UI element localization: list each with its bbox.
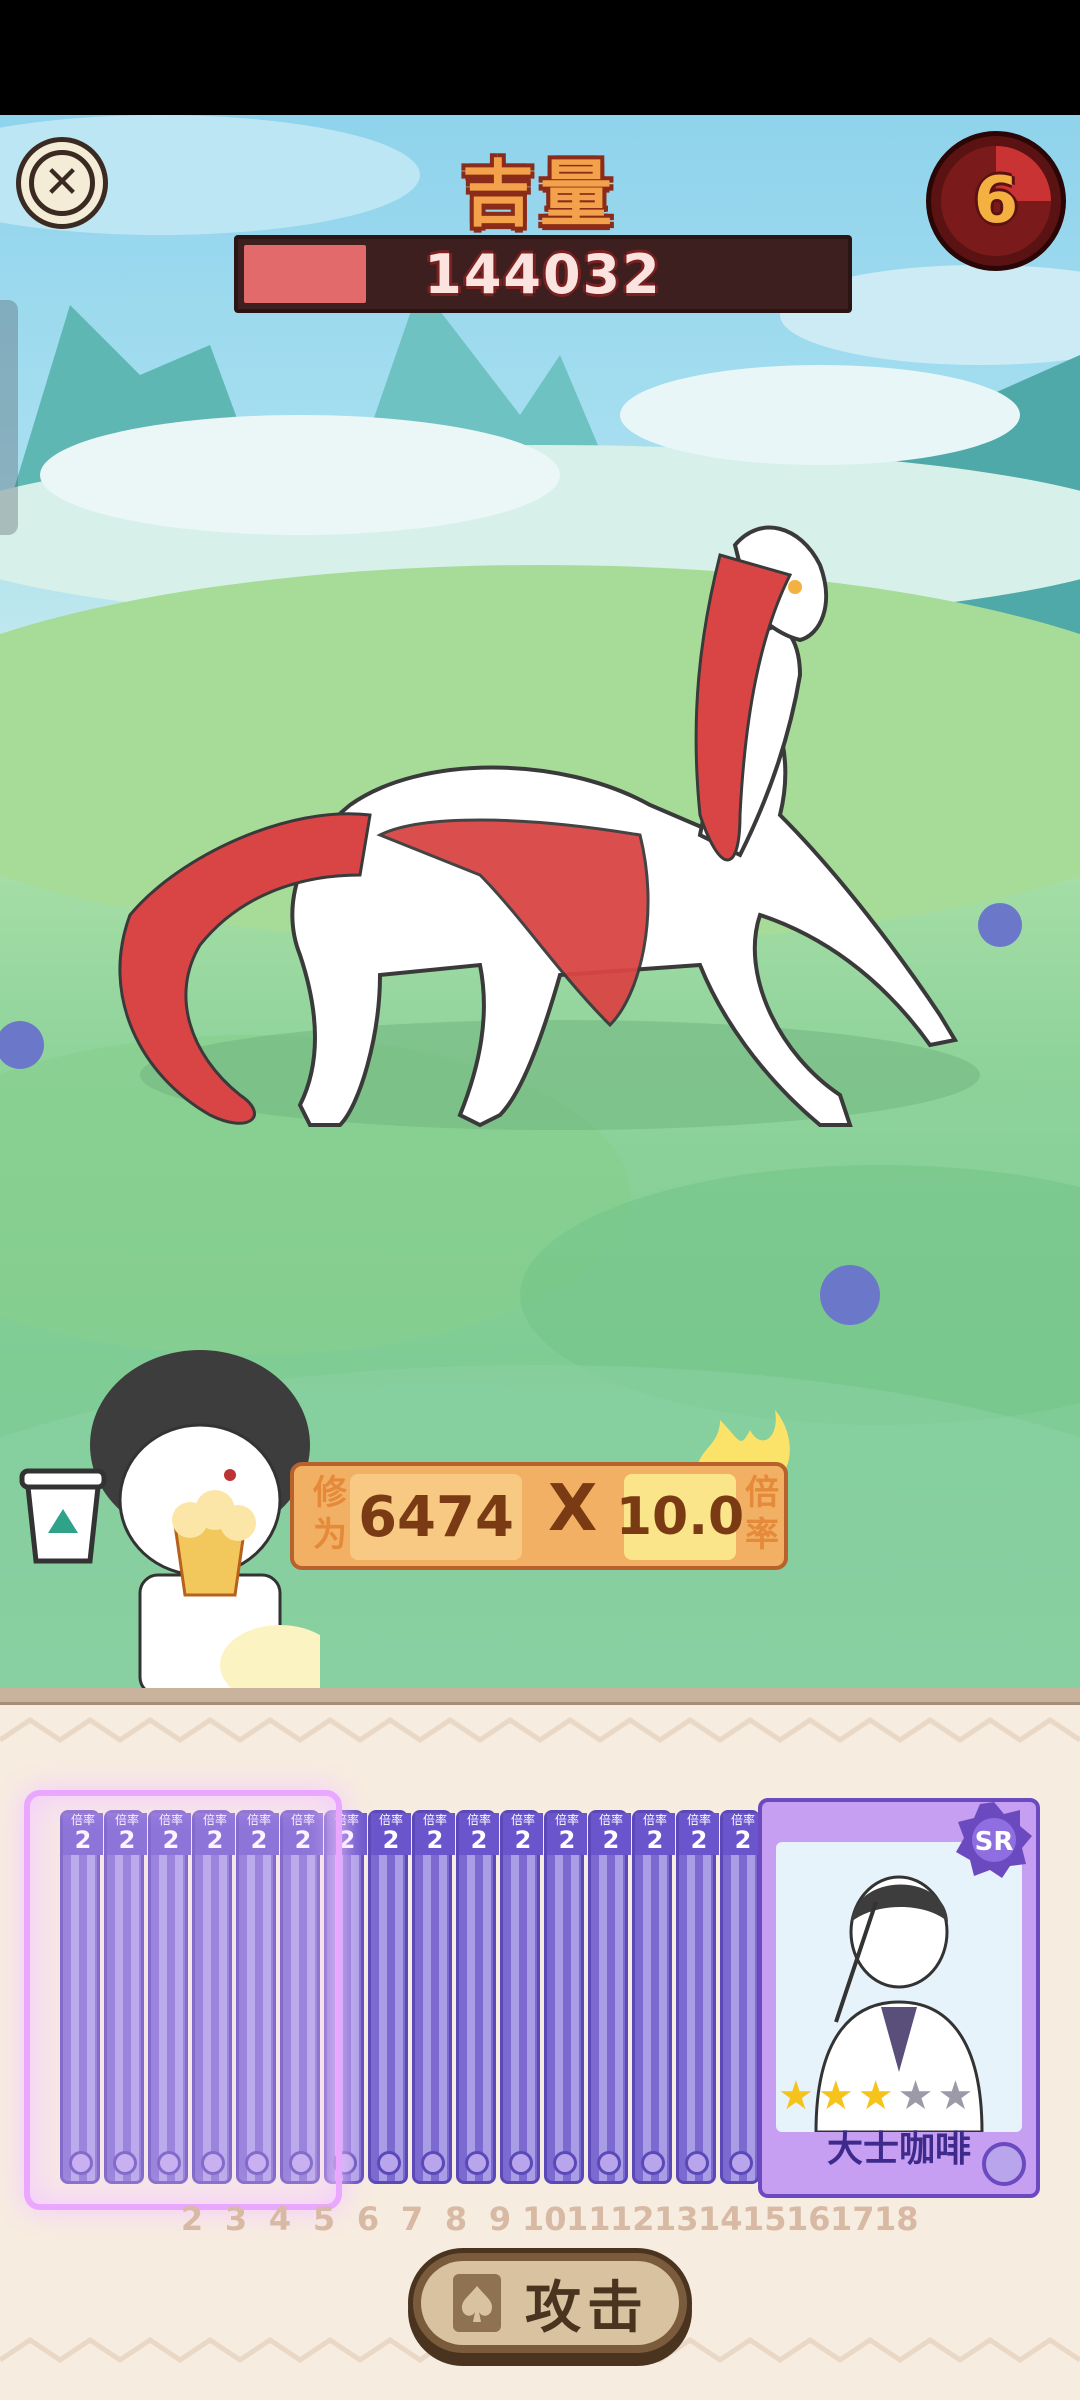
stacked-card-tag: 倍率 2 bbox=[459, 1813, 499, 1855]
stacked-card-tag: 倍率 2 bbox=[415, 1813, 455, 1855]
round-count: 6 bbox=[973, 164, 1019, 238]
status-bar bbox=[0, 0, 1080, 115]
stacked-card-tag: 倍率 2 bbox=[371, 1813, 411, 1855]
card-index-number: 12 bbox=[610, 2200, 655, 2238]
stacked-card-dot bbox=[465, 2151, 489, 2175]
stacked-card-dot bbox=[377, 2151, 401, 2175]
card-index-number: 6 bbox=[356, 2200, 380, 2238]
card-index-number: 2 bbox=[180, 2200, 204, 2238]
star-filled-icon: ★ bbox=[857, 2073, 894, 2119]
card-index-number: 11 bbox=[566, 2200, 611, 2238]
stacked-card-value: 2 bbox=[426, 1826, 444, 1854]
card-index-number: 5 bbox=[312, 2200, 336, 2238]
card-index-number: 16 bbox=[786, 2200, 831, 2238]
stacked-card-dot bbox=[597, 2151, 621, 2175]
card-index-number: 7 bbox=[400, 2200, 424, 2238]
card-index-number: 4 bbox=[268, 2200, 292, 2238]
stacked-card[interactable]: 倍率 2 bbox=[456, 1810, 499, 2184]
star-filled-icon: ★ bbox=[817, 2073, 854, 2119]
card-index-number: 17 bbox=[830, 2200, 875, 2238]
close-button[interactable]: ✕ bbox=[16, 137, 108, 229]
score-label: 修为 bbox=[313, 1473, 347, 1555]
stacked-card-dot bbox=[421, 2151, 445, 2175]
stacked-card[interactable]: 倍率 2 bbox=[720, 1810, 763, 2184]
boss-name: 吉量 bbox=[461, 152, 618, 236]
panel-divider bbox=[0, 1688, 1080, 1705]
stacked-card-dot bbox=[685, 2151, 709, 2175]
card-index-number: 10 bbox=[522, 2200, 567, 2238]
stacked-card-tag-label: 倍率 bbox=[422, 1813, 447, 1827]
rarity-label: SR bbox=[975, 1827, 1014, 1857]
round-timer-icon: 6 bbox=[926, 131, 1066, 271]
selected-cards-highlight[interactable] bbox=[24, 1790, 342, 2210]
star-empty-icon: ★ bbox=[897, 2073, 934, 2119]
stacked-card-tag: 倍率 2 bbox=[679, 1813, 719, 1855]
stacked-card-tag: 倍率 2 bbox=[503, 1813, 543, 1855]
star-empty-icon: ★ bbox=[937, 2073, 974, 2119]
card-index-number: 3 bbox=[224, 2200, 248, 2238]
panel-pattern-top bbox=[0, 1716, 1080, 1744]
stacked-card[interactable]: 倍率 2 bbox=[500, 1810, 543, 2184]
stacked-card-tag-label: 倍率 bbox=[686, 1813, 711, 1827]
stacked-card-tag-label: 倍率 bbox=[510, 1813, 535, 1827]
battle-scene: ✕ 吉量 144032 6 修为 6474 X 10.0 倍率 bbox=[0, 115, 1080, 1690]
stacked-card-tag-label: 倍率 bbox=[466, 1813, 491, 1827]
stacked-card-value: 2 bbox=[734, 1826, 752, 1854]
stacked-card-value: 2 bbox=[646, 1826, 664, 1854]
side-drawer-tab[interactable] bbox=[0, 300, 18, 535]
stacked-card[interactable]: 倍率 2 bbox=[632, 1810, 675, 2184]
multiplier-label: 倍率 bbox=[745, 1473, 779, 1555]
card-index-number: 9 bbox=[488, 2200, 512, 2238]
stacked-card-dot bbox=[729, 2151, 753, 2175]
card-index-number: 13 bbox=[654, 2200, 699, 2238]
stacked-card-tag: 倍率 2 bbox=[723, 1813, 763, 1855]
stacked-card-value: 2 bbox=[558, 1826, 576, 1854]
card-index-number: 18 bbox=[874, 2200, 919, 2238]
multiply-sign: X bbox=[548, 1472, 598, 1546]
stacked-card-tag: 倍率 2 bbox=[591, 1813, 631, 1855]
close-icon: ✕ bbox=[29, 150, 95, 216]
stacked-card-tag-label: 倍率 bbox=[378, 1813, 403, 1827]
card-index-row: 2 3 4 5 6 7 8 9 10 11 12 13 14 15 16 17 18 bbox=[170, 2200, 919, 2244]
stacked-card-tag-label: 倍率 bbox=[554, 1813, 579, 1827]
card-star-rating: ★ ★ ★ ★ ★ bbox=[778, 2074, 1008, 2118]
stacked-card-tag: 倍率 2 bbox=[547, 1813, 587, 1855]
stacked-card-dot bbox=[509, 2151, 533, 2175]
boss-hp-bar: 144032 bbox=[234, 235, 852, 313]
stacked-card[interactable]: 倍率 2 bbox=[412, 1810, 455, 2184]
stacked-card-tag-label: 倍率 bbox=[730, 1813, 755, 1827]
card-index-number: 14 bbox=[698, 2200, 743, 2238]
star-filled-icon: ★ bbox=[778, 2073, 814, 2119]
attack-label: 攻击 bbox=[525, 2275, 649, 2341]
sr-rarity-badge: SR bbox=[956, 1802, 1032, 1878]
stacked-card-tag-label: 倍率 bbox=[642, 1813, 667, 1827]
stacked-card-value: 2 bbox=[602, 1826, 620, 1854]
stacked-card[interactable]: 倍率 2 bbox=[368, 1810, 411, 2184]
hp-value: 144032 bbox=[424, 242, 662, 306]
stacked-card-tag-label: 倍率 bbox=[598, 1813, 623, 1827]
card-dot bbox=[982, 2142, 1026, 2186]
stacked-card-dot bbox=[553, 2151, 577, 2175]
coffee-cup-icon[interactable] bbox=[18, 1465, 108, 1565]
score-panel: 修为 6474 X 10.0 倍率 bbox=[290, 1462, 788, 1570]
multiplier-value: 10.0 bbox=[616, 1474, 744, 1560]
card-index-number: 15 bbox=[742, 2200, 787, 2238]
stacked-card-value: 2 bbox=[690, 1826, 708, 1854]
stacked-card[interactable]: 倍率 2 bbox=[676, 1810, 719, 2184]
player-character bbox=[90, 1350, 320, 1690]
stacked-card[interactable]: 倍率 2 bbox=[588, 1810, 631, 2184]
card-spade-icon bbox=[453, 2274, 501, 2332]
stacked-card-value: 2 bbox=[382, 1826, 400, 1854]
card-index-number: 8 bbox=[444, 2200, 468, 2238]
stacked-card-dot bbox=[641, 2151, 665, 2175]
stacked-card-value: 2 bbox=[514, 1826, 532, 1854]
attack-button[interactable]: 攻击 bbox=[408, 2248, 692, 2358]
score-value: 6474 bbox=[350, 1474, 522, 1560]
stacked-card-value: 2 bbox=[470, 1826, 488, 1854]
stacked-card[interactable]: 倍率 2 bbox=[544, 1810, 587, 2184]
stacked-card-tag: 倍率 2 bbox=[635, 1813, 675, 1855]
